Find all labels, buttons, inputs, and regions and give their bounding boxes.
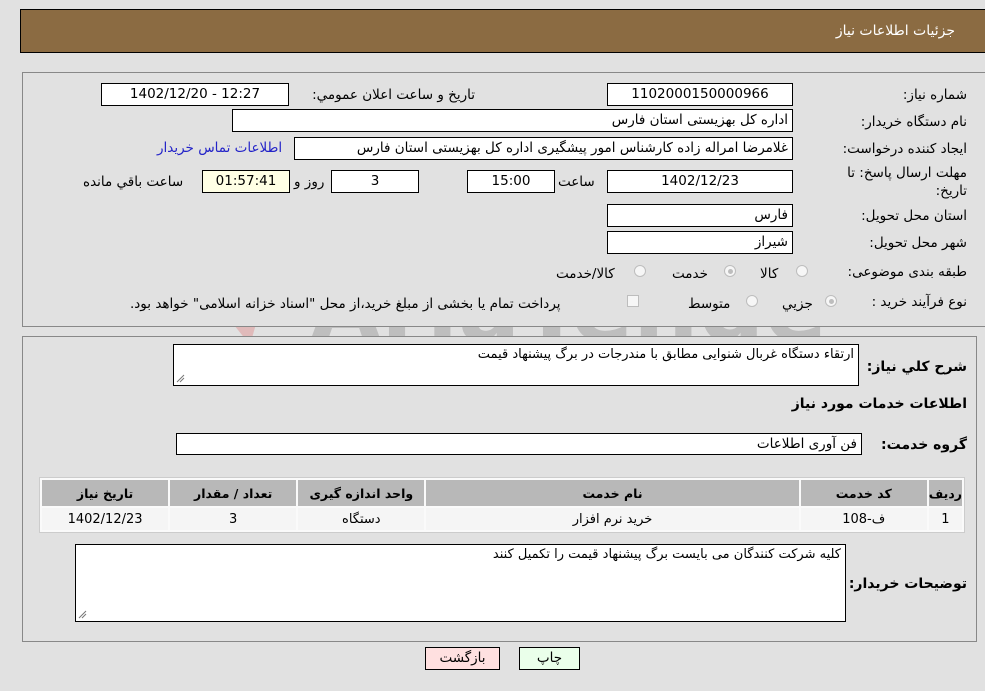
cell-quantity: 3 (170, 508, 297, 530)
process-option-medium: متوسط (688, 296, 731, 312)
deadline-time-field[interactable]: 15:00 (467, 170, 555, 193)
deadline-time-label: ساعت (558, 174, 595, 190)
col-header-unit: واحد اندازه گیری (298, 480, 425, 506)
category-radio-service[interactable] (724, 265, 736, 277)
description-label: شرح کلي نیاز: (866, 359, 967, 375)
col-header-need-date: تاریخ نیاز (42, 480, 169, 506)
description-text: ارتقاء دستگاه غربال شنوایی مطابق با مندر… (477, 347, 854, 362)
service-group-label: گروه خدمت: (881, 437, 967, 453)
treasury-payment-checkbox[interactable] (627, 295, 639, 307)
cell-service-name: خرید نرم افزار (426, 508, 799, 530)
resize-handle-icon[interactable] (176, 374, 185, 383)
cell-service-code: ف-108 (800, 508, 927, 530)
services-table: ردیف کد خدمت نام خدمت واحد اندازه گیری ت… (39, 477, 965, 533)
buyer-contact-link[interactable]: اطلاعات تماس خریدار (157, 140, 282, 156)
category-option-goods: کالا (760, 266, 779, 282)
col-header-service-name: نام خدمت (426, 480, 799, 506)
days-label: روز و (294, 174, 325, 190)
buyer-notes-textarea[interactable]: کلیه شرکت کنندگان می بایست برگ پیشنهاد ق… (75, 544, 846, 622)
process-radio-medium[interactable] (746, 295, 758, 307)
cell-need-date: 1402/12/23 (42, 508, 169, 530)
category-option-goods-service: کالا/خدمت (556, 266, 615, 282)
category-radio-goods[interactable] (796, 265, 808, 277)
buyer-notes-label: توضیحات خریدار: (848, 576, 967, 592)
need-number-label: شماره نیاز: (902, 87, 967, 103)
table-header-row: ردیف کد خدمت نام خدمت واحد اندازه گیری ت… (42, 480, 962, 506)
requester-label: ایجاد کننده درخواست: (842, 141, 967, 157)
deadline-label: مهلت ارسال پاسخ: تا تاریخ: (847, 165, 967, 199)
page-header: جزئیات اطلاعات نیاز (20, 9, 985, 53)
remaining-days-field[interactable]: 3 (331, 170, 419, 193)
buyer-org-field[interactable]: اداره کل بهزیستی استان فارس (232, 109, 793, 132)
page-title: جزئیات اطلاعات نیاز (835, 23, 955, 39)
process-radio-minor[interactable] (825, 295, 837, 307)
delivery-province-label: استان محل تحویل: (861, 208, 967, 224)
print-button[interactable]: چاپ (519, 647, 580, 670)
treasury-payment-note: پرداخت تمام یا بخشی از مبلغ خرید،از محل … (130, 296, 561, 312)
remaining-time-field: 01:57:41 (202, 170, 290, 193)
cell-row-number: 1 (928, 508, 962, 530)
category-radio-goods-service[interactable] (634, 265, 646, 277)
delivery-city-label: شهر محل تحویل: (869, 235, 967, 251)
announce-datetime-label: تاریخ و ساعت اعلان عمومي: (312, 87, 475, 103)
description-textarea[interactable]: ارتقاء دستگاه غربال شنوایی مطابق با مندر… (173, 344, 859, 386)
cell-unit: دستگاه (298, 508, 425, 530)
purchase-process-label: نوع فرآیند خرید : (871, 294, 967, 310)
category-option-service: خدمت (672, 266, 708, 282)
remaining-label: ساعت باقي مانده (83, 174, 184, 190)
process-option-minor: جزیي (782, 296, 813, 312)
buyer-org-label: نام دستگاه خریدار: (860, 114, 967, 130)
resize-handle-icon[interactable] (78, 610, 87, 619)
announce-datetime-field[interactable]: 1402/12/20 - 12:27 (101, 83, 289, 106)
service-group-field[interactable]: فن آوری اطلاعات (176, 433, 862, 455)
delivery-province-field[interactable]: فارس (607, 204, 793, 227)
category-label: طبقه بندی موضوعی: (847, 264, 967, 280)
col-header-row-number: ردیف (928, 480, 962, 506)
col-header-service-code: کد خدمت (800, 480, 927, 506)
table-row: 1 ف-108 خرید نرم افزار دستگاه 3 1402/12/… (42, 508, 962, 530)
back-button[interactable]: بازگشت (425, 647, 500, 670)
requester-field[interactable]: غلامرضا امراله زاده کارشناس امور پیشگیری… (294, 137, 793, 160)
buyer-notes-text: کلیه شرکت کنندگان می بایست برگ پیشنهاد ق… (492, 547, 841, 562)
deadline-date-field[interactable]: 1402/12/23 (607, 170, 793, 193)
need-number-field[interactable]: 1102000150000966 (607, 83, 793, 106)
services-heading: اطلاعات خدمات مورد نیاز (791, 396, 967, 412)
delivery-city-field[interactable]: شیراز (607, 231, 793, 254)
col-header-quantity: تعداد / مقدار (170, 480, 297, 506)
